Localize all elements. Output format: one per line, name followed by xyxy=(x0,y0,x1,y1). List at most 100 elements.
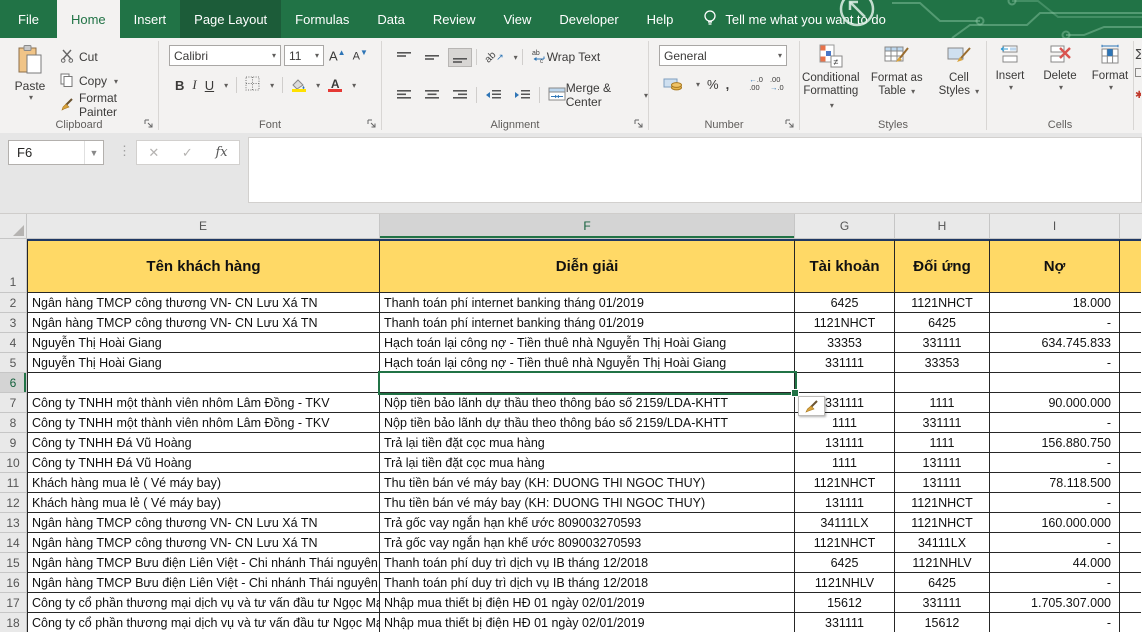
formula-bar-splitter[interactable]: ⋮ xyxy=(118,143,131,159)
cell-J16-partial[interactable] xyxy=(1120,573,1141,593)
cell-F18[interactable]: Nhập mua thiết bị điện HĐ 01 ngày 02/01/… xyxy=(380,613,795,632)
cell-F12[interactable]: Thu tiền bán vé máy bay (KH: DUONG THI N… xyxy=(380,493,795,513)
cell-G4[interactable]: 33353 xyxy=(795,333,895,353)
cell-G2[interactable]: 6425 xyxy=(795,293,895,313)
column-header-H[interactable]: H xyxy=(895,214,990,239)
cell-F2[interactable]: Thanh toán phí internet banking tháng 01… xyxy=(380,293,795,313)
cell-E15[interactable]: Ngân hàng TMCP Bưu điện Liên Việt - Chi … xyxy=(27,553,380,573)
tab-help[interactable]: Help xyxy=(633,0,688,38)
cell-H4[interactable]: 331111 xyxy=(895,333,990,353)
cell-J3-partial[interactable] xyxy=(1120,313,1141,333)
cell-H15[interactable]: 1121NHLV xyxy=(895,553,990,573)
tab-review[interactable]: Review xyxy=(419,0,490,38)
borders-button[interactable] xyxy=(245,76,260,94)
cell-E2[interactable]: Ngân hàng TMCP công thương VN- CN Lưu Xá… xyxy=(27,293,380,313)
cell-G5[interactable]: 331111 xyxy=(795,353,895,373)
cell-F3[interactable]: Thanh toán phí internet banking tháng 01… xyxy=(380,313,795,333)
cell-F10[interactable]: Trả lại tiền đặt cọc mua hàng xyxy=(380,453,795,473)
tell-me-box[interactable]: Tell me what you want to do xyxy=(703,0,885,38)
row-header-8[interactable]: 8 xyxy=(0,413,27,433)
cell-J2-partial[interactable] xyxy=(1120,293,1141,313)
cell-G3[interactable]: 1121NHCT xyxy=(795,313,895,333)
insert-function-button[interactable]: fx xyxy=(215,145,227,160)
cell-E1[interactable]: Tên khách hàng xyxy=(27,239,380,293)
increase-indent-button[interactable] xyxy=(510,86,535,104)
row-header-18[interactable]: 18 xyxy=(0,613,27,632)
row-header-9[interactable]: 9 xyxy=(0,433,27,453)
column-header-I[interactable]: I xyxy=(990,214,1120,239)
copy-button[interactable]: Copy ▾ xyxy=(58,70,158,92)
cell-H2[interactable]: 1121NHCT xyxy=(895,293,990,313)
cell-E9[interactable]: Công ty TNHH Đá Vũ Hoàng xyxy=(27,433,380,453)
tab-page-layout[interactable]: Page Layout xyxy=(180,0,281,38)
number-dialog-launcher-icon[interactable] xyxy=(785,119,795,129)
cell-H9[interactable]: 1111 xyxy=(895,433,990,453)
cell-F7[interactable]: Nộp tiền bảo lãnh dự thầu theo thông báo… xyxy=(380,393,795,413)
format-painter-button[interactable]: Format Painter xyxy=(58,94,158,116)
align-middle-button[interactable] xyxy=(420,48,444,67)
cell-E7[interactable]: Công ty TNHH một thành viên nhôm Lâm Đồn… xyxy=(27,393,380,413)
tab-home[interactable]: Home xyxy=(57,0,120,38)
cut-button[interactable]: Cut xyxy=(58,46,158,68)
cell-G12[interactable]: 131111 xyxy=(795,493,895,513)
cell-E5[interactable]: Nguyễn Thị Hoài Giang xyxy=(27,353,380,373)
cell-I9[interactable]: 156.880.750 xyxy=(990,433,1120,453)
column-header-F[interactable]: F xyxy=(380,214,795,239)
formula-input[interactable] xyxy=(248,137,1142,203)
font-name-combo[interactable]: Calibri▾ xyxy=(169,45,281,66)
cell-H13[interactable]: 1121NHCT xyxy=(895,513,990,533)
cell-F4[interactable]: Hạch toán lại công nợ - Tiền thuê nhà Ng… xyxy=(380,333,795,353)
percent-style-button[interactable]: % xyxy=(707,77,719,92)
cell-G8[interactable]: 1111 xyxy=(795,413,895,433)
cell-J8-partial[interactable] xyxy=(1120,413,1141,433)
row-header-12[interactable]: 12 xyxy=(0,493,27,513)
cell-J9-partial[interactable] xyxy=(1120,433,1141,453)
cell-I12[interactable]: - xyxy=(990,493,1120,513)
column-header-J-partial[interactable] xyxy=(1120,214,1141,239)
shrink-font-button[interactable]: A▼ xyxy=(351,48,370,63)
row-header-15[interactable]: 15 xyxy=(0,553,27,573)
cell-G18[interactable]: 331111 xyxy=(795,613,895,632)
row-header-4[interactable]: 4 xyxy=(0,333,27,353)
italic-button[interactable]: I xyxy=(192,77,196,93)
alignment-dialog-launcher-icon[interactable] xyxy=(634,119,644,129)
column-header-G[interactable]: G xyxy=(795,214,895,239)
cell-J6-partial[interactable] xyxy=(1120,373,1141,393)
cell-G11[interactable]: 1121NHCT xyxy=(795,473,895,493)
cell-I1[interactable]: Nợ xyxy=(990,239,1120,293)
cell-G6[interactable] xyxy=(795,373,895,393)
row-header-17[interactable]: 17 xyxy=(0,593,27,613)
align-right-button[interactable] xyxy=(448,86,472,104)
tab-insert[interactable]: Insert xyxy=(120,0,181,38)
align-left-button[interactable] xyxy=(392,86,416,104)
row-header-10[interactable]: 10 xyxy=(0,453,27,473)
enter-icon[interactable]: ✓ xyxy=(182,145,193,161)
font-size-combo[interactable]: 11▾ xyxy=(284,45,324,66)
cell-I11[interactable]: 78.118.500 xyxy=(990,473,1120,493)
cell-F5[interactable]: Hạch toán lại công nợ - Tiền thuê nhà Ng… xyxy=(380,353,795,373)
cell-I8[interactable]: - xyxy=(990,413,1120,433)
cell-G14[interactable]: 1121NHCT xyxy=(795,533,895,553)
name-box[interactable]: F6 ▼ xyxy=(8,140,104,165)
cell-J18-partial[interactable] xyxy=(1120,613,1141,632)
cell-G16[interactable]: 1121NHLV xyxy=(795,573,895,593)
cell-F6[interactable] xyxy=(380,373,795,393)
cell-J17-partial[interactable] xyxy=(1120,593,1141,613)
row-header-13[interactable]: 13 xyxy=(0,513,27,533)
cell-J1-partial[interactable] xyxy=(1120,239,1141,293)
font-dialog-launcher-icon[interactable] xyxy=(367,119,377,129)
cell-H17[interactable]: 331111 xyxy=(895,593,990,613)
paste-button[interactable]: Paste ▾ xyxy=(8,44,52,118)
cell-F14[interactable]: Trả gốc vay ngắn hạn khế ước 80900327059… xyxy=(380,533,795,553)
tab-developer[interactable]: Developer xyxy=(545,0,632,38)
cell-E3[interactable]: Ngân hàng TMCP công thương VN- CN Lưu Xá… xyxy=(27,313,380,333)
column-header-E[interactable]: E xyxy=(27,214,380,239)
cell-F11[interactable]: Thu tiền bán vé máy bay (KH: DUONG THI N… xyxy=(380,473,795,493)
cancel-icon[interactable]: ✕ xyxy=(148,145,159,161)
cell-I5[interactable]: - xyxy=(990,353,1120,373)
cell-J15-partial[interactable] xyxy=(1120,553,1141,573)
cell-J5-partial[interactable] xyxy=(1120,353,1141,373)
tab-file[interactable]: File xyxy=(0,0,57,38)
cell-E16[interactable]: Ngân hàng TMCP Bưu điện Liên Việt - Chi … xyxy=(27,573,380,593)
row-header-2[interactable]: 2 xyxy=(0,293,27,313)
